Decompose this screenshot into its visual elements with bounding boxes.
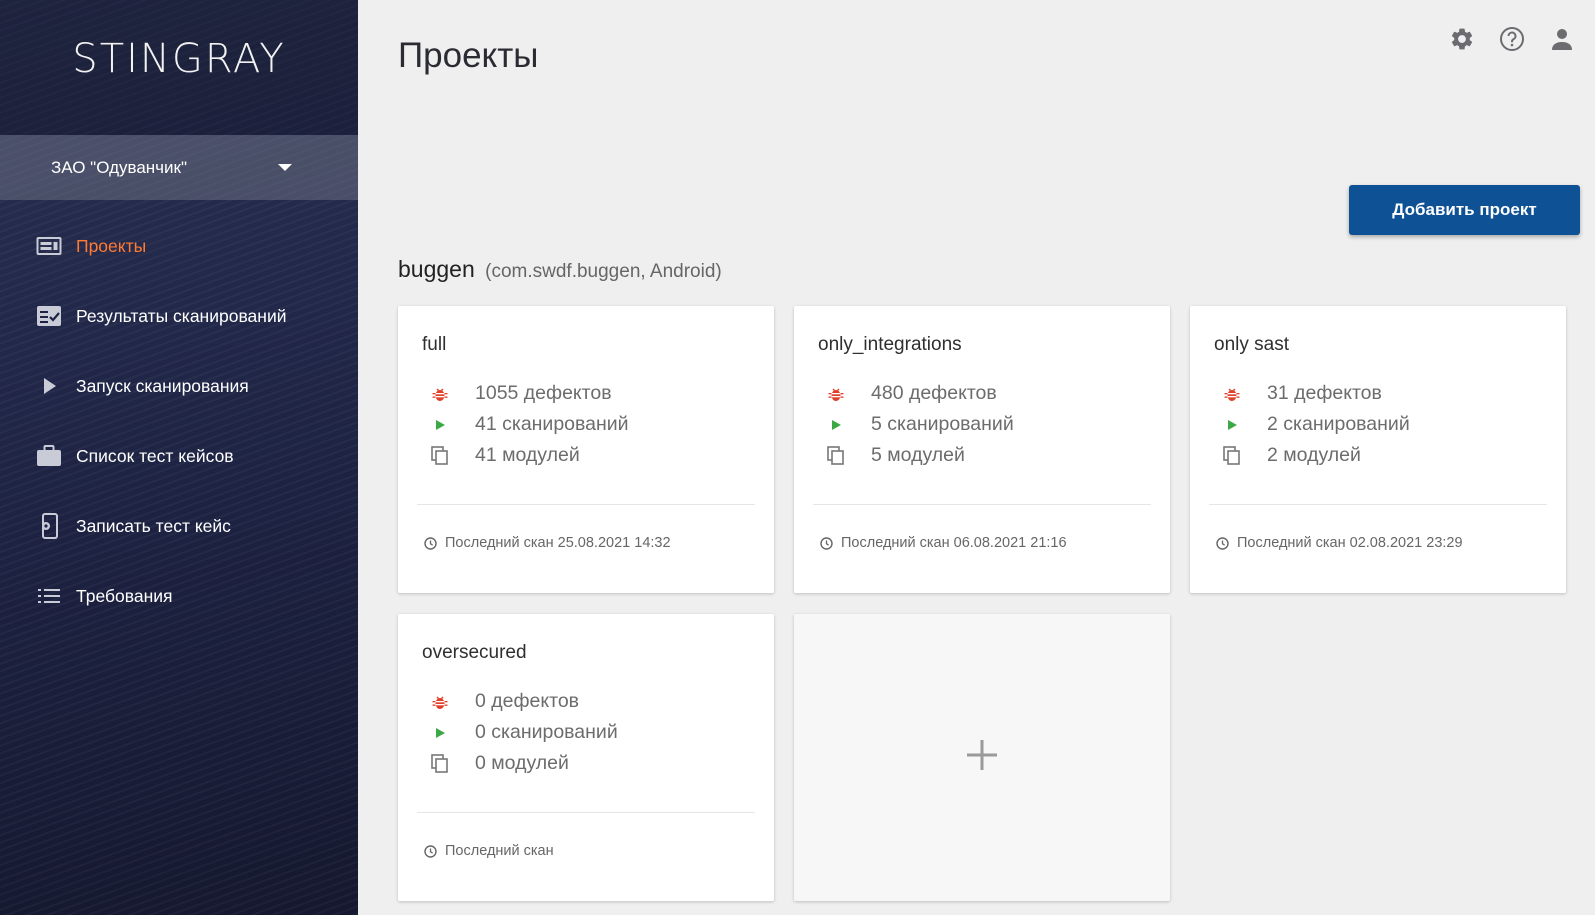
defects-stat: 31 дефектов — [1222, 382, 1382, 405]
modules-stat: 5 модулей — [826, 444, 965, 467]
last-scan-text: Последний скан 02.08.2021 23:29 — [1237, 535, 1463, 551]
clock-icon — [424, 844, 437, 858]
project-card-oversecured[interactable]: oversecured 0 дефектов 0 сканирований 0 … — [398, 614, 774, 901]
modules-stat: 41 модулей — [430, 444, 580, 467]
scans-stat: 2 сканирований — [1222, 413, 1410, 436]
modules-count: 2 модулей — [1267, 444, 1361, 466]
play-icon — [1222, 415, 1242, 435]
copy-icon — [1222, 445, 1242, 466]
sidebar-item-record-test-case[interactable]: Записать тест кейс — [0, 491, 358, 561]
add-project-card[interactable] — [794, 614, 1170, 901]
sidebar-item-label: Запуск сканирования — [76, 375, 249, 396]
play-icon — [826, 415, 846, 435]
defects-count: 0 дефектов — [475, 690, 580, 712]
header-actions — [1449, 26, 1575, 52]
scans-count: 5 сканирований — [871, 413, 1014, 435]
bug-icon — [430, 384, 450, 404]
defects-count: 31 дефектов — [1267, 382, 1382, 404]
scans-count: 41 сканирований — [475, 413, 629, 435]
bug-icon — [430, 692, 450, 712]
help-icon[interactable] — [1499, 26, 1525, 52]
last-scan: Последний скан 25.08.2021 14:32 — [424, 535, 671, 551]
last-scan: Последний скан 06.08.2021 21:16 — [820, 535, 1067, 551]
sidebar-item-label: Список тест кейсов — [76, 445, 234, 466]
main-content: Проекты Добавить проект buggen (com.swdf… — [358, 0, 1595, 915]
scan-results-icon — [36, 304, 62, 328]
clock-icon — [424, 536, 437, 550]
group-name: buggen — [398, 256, 475, 282]
defects-count: 480 дефектов — [871, 382, 997, 404]
sidebar-nav: Проекты Результаты сканирований Запуск с… — [0, 200, 358, 631]
last-scan-text: Последний скан 25.08.2021 14:32 — [445, 535, 671, 551]
sidebar: STINGRAY ЗАО "Одуванчик" Проекты Результ… — [0, 0, 358, 915]
bug-icon — [826, 384, 846, 404]
last-scan: Последний скан — [424, 843, 554, 859]
sidebar-item-start-scan[interactable]: Запуск сканирования — [0, 351, 358, 421]
gear-icon[interactable] — [1449, 26, 1475, 52]
sidebar-item-projects[interactable]: Проекты — [0, 211, 358, 281]
play-icon — [36, 374, 62, 398]
plus-icon — [966, 739, 998, 776]
sidebar-item-scan-results[interactable]: Результаты сканирований — [0, 281, 358, 351]
user-icon[interactable] — [1549, 26, 1575, 52]
record-device-icon — [36, 513, 62, 539]
sidebar-item-label: Требования — [76, 585, 173, 606]
sidebar-item-label: Проекты — [76, 235, 147, 256]
app-logo: STINGRAY — [72, 35, 286, 82]
project-name: only_integrations — [818, 334, 962, 355]
copy-icon — [430, 753, 450, 774]
defects-stat: 0 дефектов — [430, 690, 579, 713]
project-name: full — [422, 334, 447, 355]
page-title: Проекты — [398, 36, 539, 75]
modules-count: 41 модулей — [475, 444, 580, 466]
sidebar-item-test-cases[interactable]: Список тест кейсов — [0, 421, 358, 491]
scans-stat: 5 сканирований — [826, 413, 1014, 436]
divider — [417, 504, 755, 505]
project-card-only-integrations[interactable]: only_integrations 480 дефектов 5 сканиро… — [794, 306, 1170, 593]
project-name: oversecured — [422, 642, 527, 663]
sidebar-item-label: Записать тест кейс — [76, 515, 231, 536]
bug-icon — [1222, 384, 1242, 404]
defects-stat: 1055 дефектов — [430, 382, 612, 405]
briefcase-icon — [36, 444, 62, 468]
project-card-full[interactable]: full 1055 дефектов 41 сканирований 41 мо… — [398, 306, 774, 593]
project-name: only sast — [1214, 334, 1289, 355]
defects-count: 1055 дефектов — [475, 382, 612, 404]
copy-icon — [430, 445, 450, 466]
last-scan-text: Последний скан 06.08.2021 21:16 — [841, 535, 1067, 551]
scans-stat: 0 сканирований — [430, 721, 618, 744]
sidebar-item-label: Результаты сканирований — [76, 305, 287, 326]
play-icon — [430, 723, 450, 743]
divider — [1209, 504, 1547, 505]
add-project-button[interactable]: Добавить проект — [1349, 185, 1580, 235]
modules-stat: 2 модулей — [1222, 444, 1361, 467]
org-name: ЗАО "Одуванчик" — [51, 157, 187, 177]
last-scan: Последний скан 02.08.2021 23:29 — [1216, 535, 1463, 551]
scans-count: 2 сканирований — [1267, 413, 1410, 435]
sidebar-item-requirements[interactable]: Требования — [0, 561, 358, 631]
copy-icon — [826, 445, 846, 466]
modules-count: 5 модулей — [871, 444, 965, 466]
group-subtitle: (com.swdf.buggen, Android) — [485, 261, 722, 282]
clock-icon — [820, 536, 833, 550]
defects-stat: 480 дефектов — [826, 382, 997, 405]
modules-stat: 0 модулей — [430, 752, 569, 775]
chevron-down-icon — [278, 164, 292, 171]
play-icon — [430, 415, 450, 435]
last-scan-text: Последний скан — [445, 843, 554, 859]
divider — [417, 812, 755, 813]
scans-stat: 41 сканирований — [430, 413, 629, 436]
projects-icon — [36, 234, 62, 258]
scans-count: 0 сканирований — [475, 721, 618, 743]
org-select[interactable]: ЗАО "Одуванчик" — [0, 135, 358, 200]
list-icon — [36, 584, 62, 608]
modules-count: 0 модулей — [475, 752, 569, 774]
divider — [813, 504, 1151, 505]
clock-icon — [1216, 536, 1229, 550]
project-card-only-sast[interactable]: only sast 31 дефектов 2 сканирований 2 м… — [1190, 306, 1566, 593]
project-group-title: buggen (com.swdf.buggen, Android) — [398, 256, 722, 283]
sidebar-header: STINGRAY — [0, 0, 358, 135]
